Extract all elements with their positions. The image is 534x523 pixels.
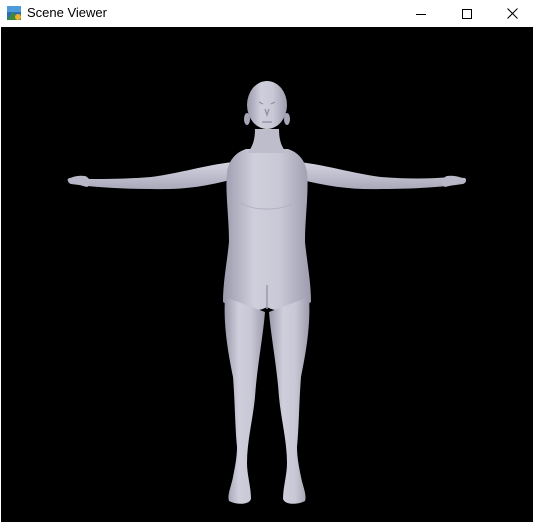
title-bar[interactable]: Scene Viewer	[0, 0, 534, 27]
human-body-model	[67, 81, 467, 504]
minimize-icon	[416, 9, 426, 19]
right-hand	[442, 175, 466, 187]
3d-viewport[interactable]	[1, 27, 533, 522]
left-arm	[67, 162, 234, 190]
scene-viewer-window: Scene Viewer	[0, 0, 534, 523]
window-title: Scene Viewer	[27, 5, 107, 20]
maximize-icon	[462, 8, 472, 19]
close-button[interactable]	[490, 0, 534, 27]
scene-viewer-app-icon	[6, 5, 22, 21]
close-icon	[506, 8, 518, 19]
left-leg	[224, 297, 265, 504]
maximize-button[interactable]	[444, 0, 490, 27]
right-arm	[299, 162, 467, 190]
minimize-button[interactable]	[398, 0, 444, 27]
right-leg	[269, 297, 310, 504]
left-hand	[67, 175, 90, 187]
neck	[247, 129, 287, 153]
